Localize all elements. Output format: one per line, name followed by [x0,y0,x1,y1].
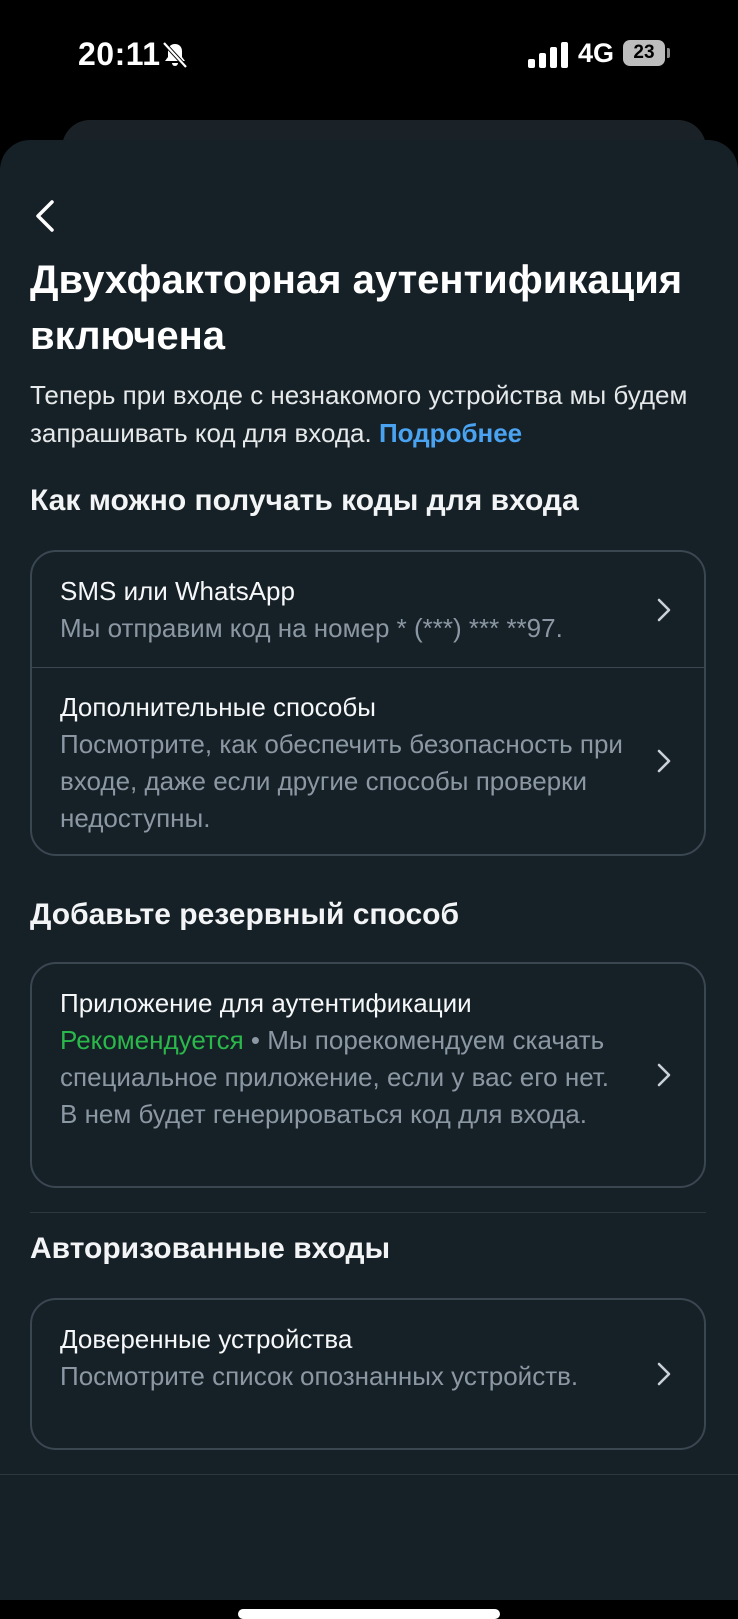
row-title: Дополнительные способы [60,692,376,722]
section-heading-authorized: Авторизованные входы [30,1232,391,1265]
receive-codes-card: SMS или WhatsApp Мы отправим код на номе… [30,550,706,856]
battery-icon: 23 [623,40,671,66]
chevron-right-icon [657,749,671,773]
chevron-right-icon [657,1362,671,1386]
recommended-badge: Рекомендуется [60,1025,244,1055]
description-text: Теперь при входе с незнакомого устройств… [30,380,688,448]
learn-more-link[interactable]: Подробнее [379,418,522,448]
sms-whatsapp-row[interactable]: SMS или WhatsApp Мы отправим код на номе… [32,552,704,667]
chevron-right-icon [657,598,671,621]
home-indicator[interactable] [238,1609,500,1619]
bottom-divider [0,1474,738,1475]
network-type: 4G [578,38,615,68]
trusted-devices-row[interactable]: Доверенные устройства Посмотрите список … [32,1300,704,1448]
backup-card: Приложение для аутентификации Рекомендуе… [30,962,706,1188]
section-heading-backup: Добавьте резервный способ [30,898,460,931]
section-heading-receive-codes: Как можно получать коды для входа [30,484,579,517]
row-title: Приложение для аутентификации [60,988,472,1018]
battery-tip [667,48,670,58]
row-subtitle: Мы отправим код на номер * (***) *** **9… [60,613,563,643]
chevron-right-icon [657,1063,671,1087]
battery-level: 23 [623,40,665,66]
row-subtitle: Посмотрите список опознанных устройств. [60,1361,579,1391]
status-time: 20:11 [78,36,161,72]
row-title: Доверенные устройства [60,1324,353,1354]
authenticator-app-row[interactable]: Приложение для аутентификации Рекомендуе… [32,964,704,1186]
page-description: Теперь при входе с незнакомого устройств… [30,376,720,452]
authorized-card: Доверенные устройства Посмотрите список … [30,1298,706,1450]
row-title: SMS или WhatsApp [60,576,295,606]
additional-methods-row[interactable]: Дополнительные способы Посмотрите, как о… [32,667,704,854]
page-title: Двухфакторная аутентификация включена [30,258,683,358]
section-divider [30,1212,706,1213]
signal-icon [528,42,568,68]
bell-slash-icon [162,41,188,69]
row-subtitle: Рекомендуется • Мы порекомендуем скачать… [60,1022,624,1133]
settings-sheet: Двухфакторная аутентификация включена Те… [0,140,738,1619]
back-arrow-icon[interactable] [28,196,64,236]
row-subtitle: Посмотрите, как обеспечить безопасность … [60,729,623,833]
status-bar: 20:11 4G 23 [0,0,738,110]
